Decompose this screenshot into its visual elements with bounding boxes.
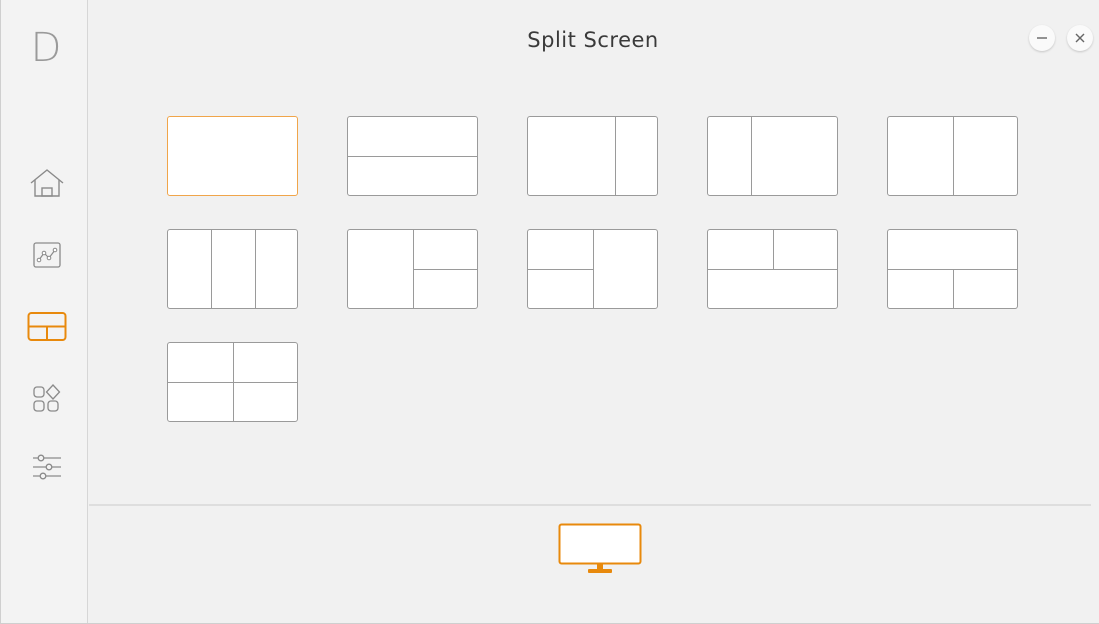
sidebar-item-chart[interactable] [27, 235, 67, 275]
split-layout-icon [27, 312, 67, 341]
layout-option-left-plus-two-right[interactable] [347, 229, 478, 309]
layout-option-two-left-plus-right[interactable] [527, 229, 658, 309]
layout-option-single[interactable] [167, 116, 298, 196]
layout-option-top-plus-two-bottom[interactable] [887, 229, 1018, 309]
minimize-button[interactable] [1029, 25, 1055, 51]
app-logo: D [30, 25, 62, 71]
line-chart-icon [33, 242, 61, 268]
apps-grid-icon [33, 384, 61, 412]
home-icon [30, 169, 64, 197]
close-button[interactable] [1067, 25, 1093, 51]
section-divider [89, 504, 1091, 506]
sidebar-item-settings[interactable] [27, 447, 67, 487]
sidebar-item-home[interactable] [27, 163, 67, 203]
monitor-icon [558, 523, 642, 573]
layout-option-wide-left-narrow-right[interactable] [527, 116, 658, 196]
sliders-icon [33, 454, 61, 480]
display-selector-button[interactable] [558, 523, 642, 575]
layout-option-narrow-left-wide-right[interactable] [707, 116, 838, 196]
app-window: D Split Screen [0, 0, 1099, 624]
layout-option-three-columns[interactable] [167, 229, 298, 309]
sidebar-item-split-screen[interactable] [27, 307, 67, 347]
layout-option-top-bottom[interactable] [347, 116, 478, 196]
layout-option-left-right[interactable] [887, 116, 1018, 196]
sidebar: D [1, 0, 88, 623]
minimize-icon [1037, 37, 1047, 39]
sidebar-item-apps[interactable] [27, 379, 67, 419]
close-icon [1075, 33, 1085, 43]
page-title: Split Screen [527, 28, 659, 52]
layout-option-two-top-plus-bottom[interactable] [707, 229, 838, 309]
layout-option-four-grid[interactable] [167, 342, 298, 422]
